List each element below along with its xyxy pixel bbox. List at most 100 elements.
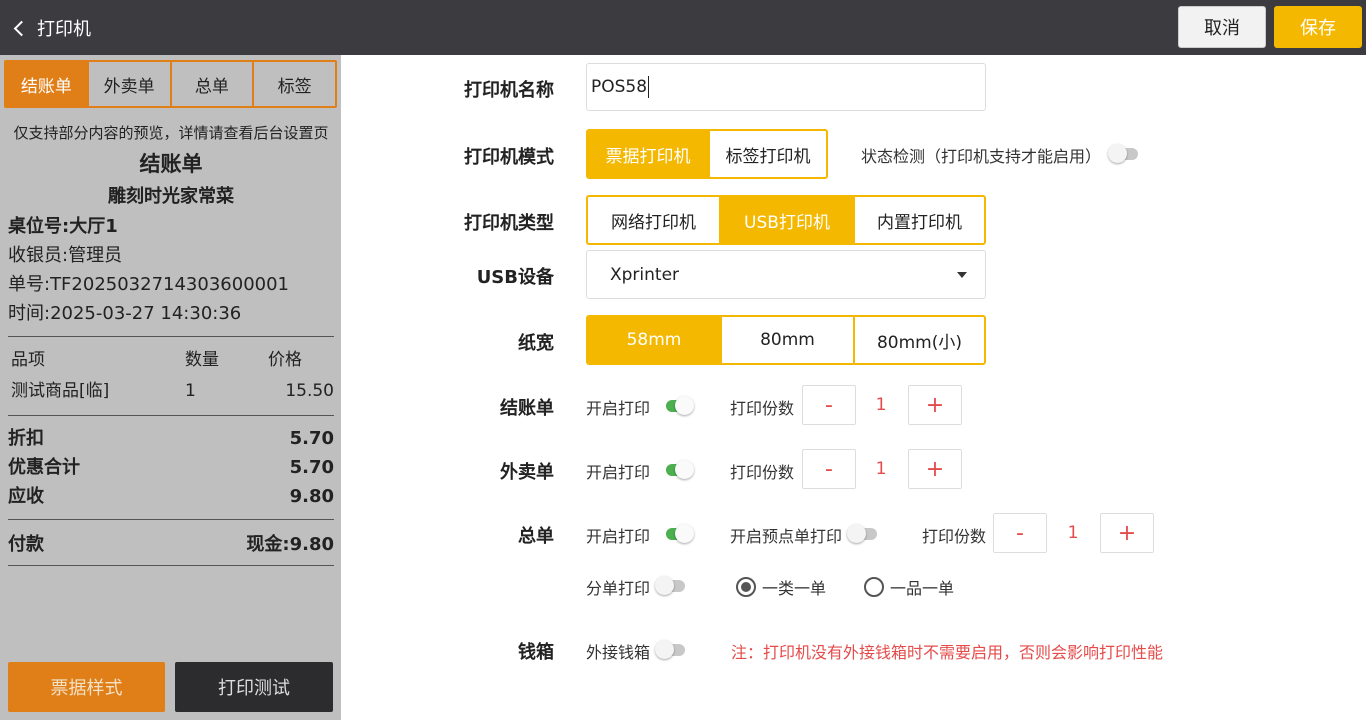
preview-note: 仅支持部分内容的预览，详情请查看后台设置页 [13,124,329,142]
printer-type-label: 打印机类型 [464,213,554,234]
cashbox-label: 钱箱 [518,642,554,663]
save-button[interactable]: 保存 [1274,6,1362,48]
takeout-enable-label: 开启打印 [586,463,651,482]
column-item: 品项 [11,350,45,370]
divider [8,519,334,520]
checkout-enable-label: 开启打印 [586,399,651,418]
radio-unchecked-icon [864,577,884,597]
radio-one-class[interactable]: 一类一单 [736,575,826,599]
total-label: 总单 [518,526,554,547]
summary-value: 9.80 [289,486,334,507]
radio-one-class-label: 一类一单 [762,579,827,598]
receipt-title: 结账单 [139,152,203,176]
toggle-knob [675,460,694,479]
preorder-print-label: 开启预点单打印 [730,527,843,546]
cancel-button[interactable]: 取消 [1178,6,1266,48]
radio-one-item[interactable]: 一品一单 [864,575,954,599]
table-row: 测试商品[临] 1 15.50 [8,376,334,407]
column-qty: 数量 [185,350,219,370]
payment: 付款 现金:9.80 [8,528,334,561]
external-cashbox-label: 外接钱箱 [586,643,651,662]
preview-tabs: 结账单 外卖单 总单 标签 [4,60,337,108]
type-network-option[interactable]: 网络打印机 [588,197,719,243]
type-usb-option[interactable]: USB打印机 [719,197,853,243]
item-name: 测试商品[临] [11,381,110,401]
usb-device-value: Xprinter [610,264,680,285]
shop-name: 雕刻时光家常菜 [108,186,234,207]
item-qty: 1 [185,381,196,401]
total-enable-toggle[interactable] [662,523,694,543]
page-title: 打印机 [37,19,91,40]
divider [8,336,334,337]
printer-name-label: 打印机名称 [464,80,554,101]
radio-checked-icon [736,577,756,597]
takeout-label: 外卖单 [500,462,554,483]
checkout-label: 结账单 [500,398,554,419]
order-number: 单号:TF2025032714303600001 [8,274,290,295]
mode-label-option[interactable]: 标签打印机 [708,131,826,177]
checkout-plus-button[interactable]: + [908,385,962,425]
summary-receivable: 应收 9.80 [8,482,334,511]
item-table-header: 品项 数量 价格 [8,345,334,376]
paper-width-segment: 58mm 80mm 80mm(小) [586,315,986,365]
mode-receipt-option[interactable]: 票据打印机 [588,131,708,177]
total-minus-button[interactable]: - [993,513,1047,553]
total-copies-label: 打印份数 [922,527,987,546]
tab-takeout[interactable]: 外卖单 [86,62,170,106]
toggle-knob [655,576,674,595]
printer-mode-label: 打印机模式 [464,147,554,168]
external-cashbox-toggle[interactable] [655,639,687,659]
checkout-copies-value: 1 [875,395,887,415]
dropdown-arrow-icon [957,272,967,278]
usb-device-label: USB设备 [476,267,554,288]
summary-value: 5.70 [289,457,334,478]
checkout-enable-toggle[interactable] [662,395,694,415]
total-plus-button[interactable]: + [1100,513,1154,553]
summary-value: 5.70 [289,428,334,449]
toggle-knob [675,524,694,543]
takeout-enable-toggle[interactable] [662,459,694,479]
summary-label: 应收 [8,486,44,507]
print-test-button[interactable]: 打印测试 [175,662,333,712]
width-80mm-small-option[interactable]: 80mm(小) [853,317,984,363]
type-builtin-option[interactable]: 内置打印机 [853,197,984,243]
printer-name-input[interactable]: POS58 [586,63,986,111]
split-print-toggle[interactable] [655,575,687,595]
total-enable-label: 开启打印 [586,527,651,546]
top-bar: 打印机 取消 保存 [0,0,1366,55]
toggle-knob [1108,144,1127,163]
toggle-knob [847,524,866,543]
payment-value: 现金:9.80 [246,534,334,555]
tab-total[interactable]: 总单 [169,62,253,106]
paper-width-label: 纸宽 [518,333,554,354]
radio-one-item-label: 一品一单 [890,579,955,598]
takeout-plus-button[interactable]: + [908,449,962,489]
printer-name-value: POS58 [591,77,648,97]
back-button[interactable]: 打印机 [10,12,91,44]
tab-checkout[interactable]: 结账单 [6,62,87,106]
width-58mm-option[interactable]: 58mm [588,317,720,363]
usb-device-select[interactable]: Xprinter [586,250,986,299]
divider [8,565,334,566]
payment-label: 付款 [8,534,44,555]
summary-discount: 折扣 5.70 [8,424,334,453]
printer-type-segment: 网络打印机 USB打印机 内置打印机 [586,195,986,245]
status-check-toggle[interactable] [1108,143,1140,163]
takeout-copies-value: 1 [875,459,887,479]
preorder-print-toggle[interactable] [847,523,879,543]
width-80mm-option[interactable]: 80mm [720,317,853,363]
receipt-preview: 仅支持部分内容的预览，详情请查看后台设置页 结账单 雕刻时光家常菜 桌位号:大厅… [8,121,334,574]
receipt-style-button[interactable]: 票据样式 [8,662,165,712]
status-check-label: 状态检测（打印机支持才能启用） [861,147,1102,166]
tab-label[interactable]: 标签 [252,62,335,106]
chevron-left-icon [13,20,30,36]
summary-label: 优惠合计 [8,457,80,478]
summary-promo-total: 优惠合计 5.70 [8,453,334,482]
divider [8,415,334,416]
toggle-knob [675,396,694,415]
total-copies-value: 1 [1067,523,1079,543]
toggle-knob [655,640,674,659]
table-number: 桌位号:大厅1 [8,216,118,237]
takeout-minus-button[interactable]: - [802,449,856,489]
checkout-minus-button[interactable]: - [802,385,856,425]
